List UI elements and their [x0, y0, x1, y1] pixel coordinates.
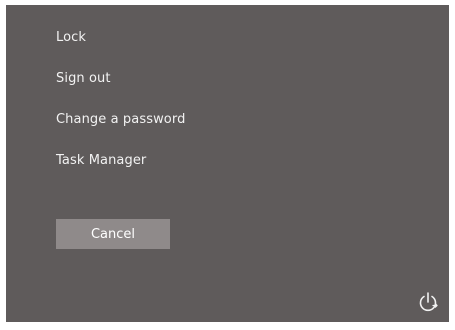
- screen: Lock Sign out Change a password Task Man…: [0, 0, 455, 330]
- power-button[interactable]: [416, 290, 440, 314]
- menu-item-task-manager[interactable]: Task Manager: [56, 151, 146, 170]
- security-options-panel: Lock Sign out Change a password Task Man…: [6, 5, 449, 322]
- power-icon: [416, 290, 440, 314]
- cancel-button[interactable]: Cancel: [56, 219, 170, 249]
- menu-item-sign-out[interactable]: Sign out: [56, 69, 111, 88]
- menu-item-lock[interactable]: Lock: [56, 28, 86, 47]
- menu-item-change-password[interactable]: Change a password: [56, 110, 185, 129]
